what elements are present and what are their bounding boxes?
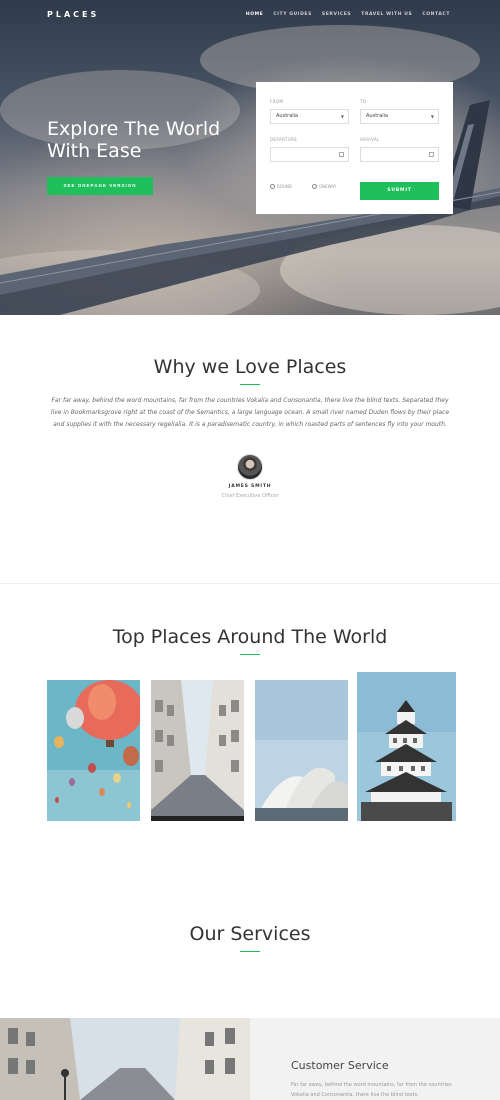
calendar-icon <box>339 152 344 157</box>
to-select[interactable]: Australia ▼ <box>360 109 439 124</box>
chevron-down-icon: ▼ <box>430 114 434 119</box>
avatar <box>237 454 263 480</box>
round-radio[interactable]: ROUND <box>270 184 292 189</box>
departure-date-input[interactable] <box>270 147 349 162</box>
arrival-date-input[interactable] <box>360 147 439 162</box>
hot-air-balloons-image <box>47 680 140 821</box>
opera-house-image <box>255 680 348 821</box>
hero-section: PLACES HOME CITY GUIDES SERVICES TRAVEL … <box>0 0 500 315</box>
places-title: Top Places Around The World <box>112 626 388 648</box>
from-label: FROM <box>270 99 284 104</box>
onepage-version-button[interactable]: SEE ONEPAGE VERSION <box>47 177 153 195</box>
radio-circle-icon <box>270 184 275 189</box>
hero-title: Explore The World With Ease <box>47 118 221 162</box>
calendar-icon <box>429 152 434 157</box>
nav-home[interactable]: HOME <box>246 12 264 17</box>
radio-circle-icon <box>312 184 317 189</box>
nav-travel-with-us[interactable]: TRAVEL WITH US <box>361 12 412 17</box>
person-name: JAMES SMITH <box>228 484 272 489</box>
why-title: Why we Love Places <box>153 356 347 378</box>
from-select-value: Australia <box>276 113 299 119</box>
chevron-down-icon: ▼ <box>340 114 344 119</box>
round-label: ROUND <box>277 184 292 189</box>
from-select[interactable]: Australia ▼ <box>270 109 349 124</box>
submit-button[interactable]: SUBMIT <box>360 182 439 200</box>
place-card-hot-air-balloons[interactable] <box>47 680 140 821</box>
oneway-radio[interactable]: ONEWAY <box>312 184 336 189</box>
services-title: Our Services <box>189 923 311 945</box>
nav-services[interactable]: SERVICES <box>322 12 351 17</box>
brand-logo[interactable]: PLACES <box>47 10 99 19</box>
service-card-title: Customer Service <box>291 1059 389 1072</box>
arrival-label: ARRIVAL <box>360 137 380 142</box>
service-street-image <box>0 1018 250 1100</box>
title-underline <box>240 384 260 385</box>
city-street-image <box>151 680 244 821</box>
departure-label: DEPARTURE <box>270 137 298 142</box>
nav-contact[interactable]: CONTACT <box>422 12 450 17</box>
section-divider <box>0 583 500 584</box>
place-card-japanese-castle[interactable] <box>357 672 456 821</box>
nav-links: HOME CITY GUIDES SERVICES TRAVEL WITH US… <box>246 12 450 17</box>
to-select-value: Australia <box>366 113 389 119</box>
service-card-text: Far far away, behind the word mountains,… <box>291 1082 452 1098</box>
top-navbar: PLACES HOME CITY GUIDES SERVICES TRAVEL … <box>0 10 500 24</box>
title-underline <box>240 654 260 655</box>
japanese-castle-image <box>357 672 456 821</box>
person-role: Chief Executive Officer <box>221 493 279 499</box>
place-card-city-street[interactable] <box>151 680 244 821</box>
place-card-opera-house[interactable] <box>255 680 348 821</box>
booking-form: FROM Australia ▼ TO Australia ▼ DEPARTUR… <box>256 82 453 214</box>
to-label: TO <box>360 99 367 104</box>
why-paragraph: Far far away, behind the word mountains,… <box>50 397 450 428</box>
oneway-label: ONEWAY <box>319 184 337 189</box>
title-underline <box>240 951 260 952</box>
nav-city-guides[interactable]: CITY GUIDES <box>273 12 312 17</box>
